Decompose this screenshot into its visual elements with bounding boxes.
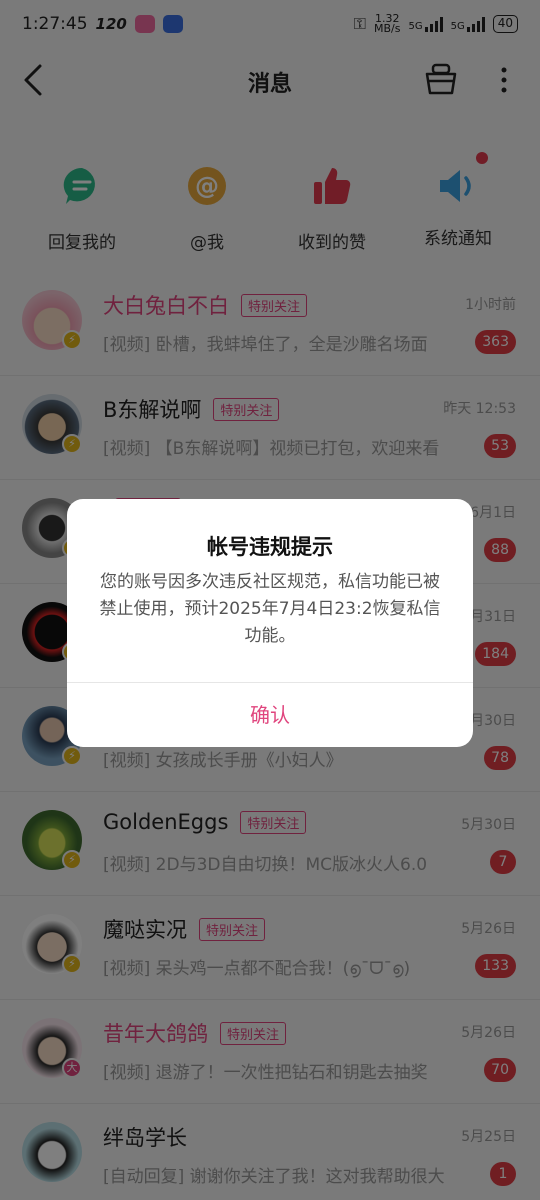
confirm-button[interactable]: 确认 <box>67 683 473 747</box>
dialog-message: 您的账号因多次违反社区规范，私信功能已被禁止使用，预计2025年7月4日23:2… <box>99 572 441 646</box>
dialog-title: 帐号违规提示 <box>207 535 333 559</box>
violation-dialog: 帐号违规提示 您的账号因多次违反社区规范，私信功能已被禁止使用，预计2025年7… <box>67 499 473 747</box>
